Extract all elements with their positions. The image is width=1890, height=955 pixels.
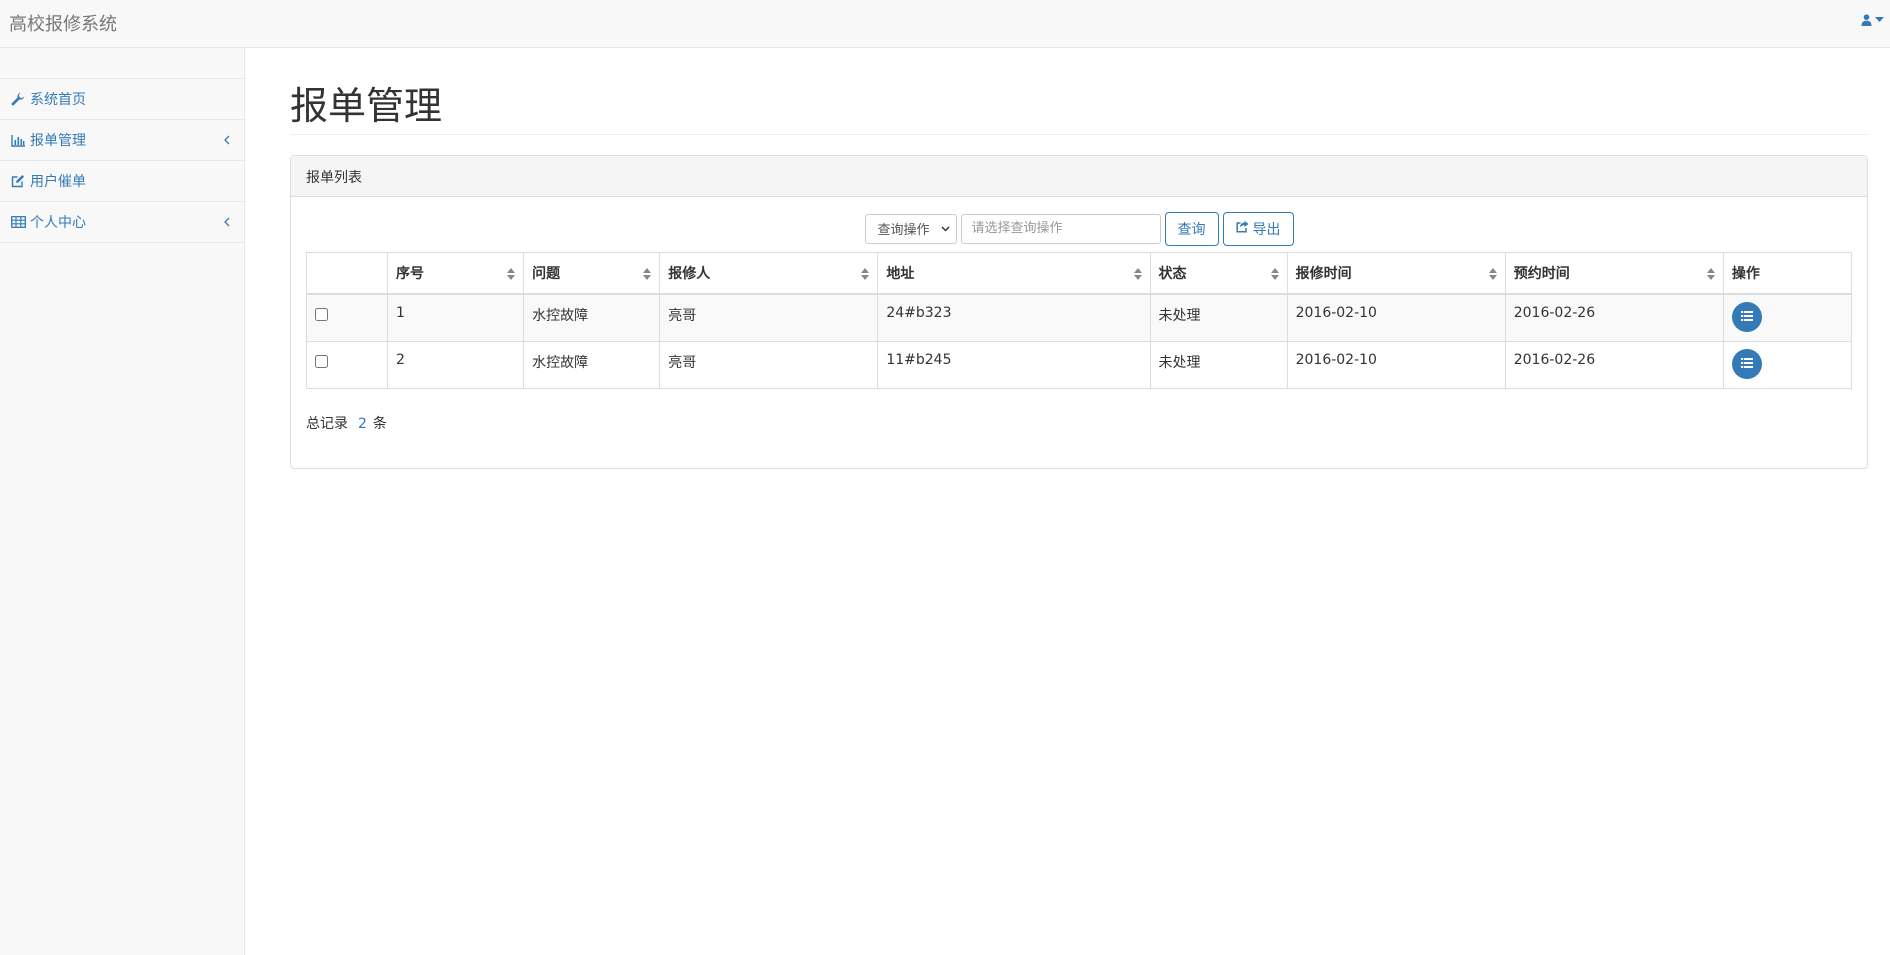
cell-report-time: 2016-02-10 bbox=[1286, 293, 1506, 342]
row-detail-button[interactable] bbox=[1731, 302, 1762, 333]
row-checkbox[interactable] bbox=[315, 308, 328, 322]
sidebar: 系统首页 报单管理 用户催单 个人中心 bbox=[0, 48, 245, 955]
page-header: 报单管理 bbox=[290, 84, 1868, 135]
cell-address: 11#b245 bbox=[877, 340, 1151, 389]
column-header-problem[interactable]: 问题 bbox=[523, 251, 661, 296]
cell-appointment-time: 2016-02-26 bbox=[1504, 293, 1724, 342]
sort-icon bbox=[1133, 267, 1142, 284]
sort-icon bbox=[643, 267, 652, 284]
table-header-row: 序号 问题 报修人 地址 状态 报修时间 预约时间 操作 bbox=[305, 251, 1853, 296]
main-content: 报单管理 报单列表 查询操作 查询 导出 bbox=[290, 48, 1868, 469]
table-icon bbox=[10, 215, 26, 229]
list-icon bbox=[1740, 356, 1753, 372]
sidebar-item-label: 系统首页 bbox=[30, 92, 86, 108]
table-row: 1 水控故障 亮哥 24#b323 未处理 2016-02-10 2016-02… bbox=[305, 293, 1853, 342]
orders-table: 序号 问题 报修人 地址 状态 报修时间 预约时间 操作 1 水控故障 亮哥 2… bbox=[305, 251, 1853, 389]
edit-icon bbox=[10, 174, 26, 188]
row-checkbox[interactable] bbox=[315, 354, 328, 368]
sidebar-item-label: 报单管理 bbox=[30, 133, 86, 149]
column-header-address[interactable]: 地址 bbox=[877, 251, 1151, 296]
column-header-reporter[interactable]: 报修人 bbox=[659, 251, 879, 296]
search-input[interactable] bbox=[960, 213, 1161, 244]
orders-panel: 报单列表 查询操作 查询 导出 bbox=[290, 154, 1868, 469]
column-header-select bbox=[305, 251, 389, 296]
user-menu-toggle[interactable] bbox=[1861, 14, 1884, 26]
cell-reporter: 亮哥 bbox=[659, 293, 879, 342]
export-button-label: 导出 bbox=[1252, 221, 1281, 238]
sort-icon bbox=[507, 267, 516, 284]
row-detail-button[interactable] bbox=[1731, 348, 1762, 379]
query-type-select-value: 查询操作 bbox=[877, 223, 930, 239]
chevron-down-icon bbox=[940, 221, 950, 236]
caret-down-icon bbox=[1875, 17, 1884, 23]
cell-problem: 水控故障 bbox=[523, 293, 661, 342]
share-square-icon bbox=[1235, 220, 1249, 237]
cell-id: 1 bbox=[387, 293, 525, 342]
export-button[interactable]: 导出 bbox=[1222, 211, 1294, 246]
sidebar-item-profile[interactable]: 个人中心 bbox=[0, 202, 244, 243]
query-toolbar: 查询操作 查询 导出 bbox=[306, 211, 1852, 246]
total-label: 总记录 bbox=[306, 415, 348, 432]
cell-reporter: 亮哥 bbox=[659, 340, 879, 389]
query-button-label: 查询 bbox=[1177, 221, 1206, 238]
column-header-id[interactable]: 序号 bbox=[387, 251, 525, 296]
total-unit: 条 bbox=[372, 415, 387, 432]
cell-status: 未处理 bbox=[1149, 293, 1288, 342]
column-header-actions: 操作 bbox=[1722, 251, 1853, 296]
top-navbar: 高校报修系统 bbox=[0, 0, 1890, 48]
cell-status: 未处理 bbox=[1149, 340, 1288, 389]
wrench-icon bbox=[10, 92, 26, 106]
app-title[interactable]: 高校报修系统 bbox=[9, 10, 117, 36]
cell-id: 2 bbox=[387, 340, 525, 389]
sidebar-spacer bbox=[0, 48, 244, 79]
sidebar-item-label: 个人中心 bbox=[30, 215, 86, 231]
cell-problem: 水控故障 bbox=[523, 340, 661, 389]
page-title: 报单管理 bbox=[290, 84, 443, 128]
chevron-left-icon bbox=[224, 215, 230, 231]
total-count: 2 bbox=[358, 415, 367, 432]
cell-appointment-time: 2016-02-26 bbox=[1504, 340, 1724, 389]
query-button[interactable]: 查询 bbox=[1164, 211, 1219, 246]
sidebar-item-user-urge[interactable]: 用户催单 bbox=[0, 161, 244, 202]
sort-icon bbox=[1270, 267, 1279, 284]
user-icon bbox=[1861, 14, 1872, 26]
column-header-appointment-time[interactable]: 预约时间 bbox=[1504, 251, 1724, 296]
query-type-select[interactable]: 查询操作 bbox=[864, 213, 957, 244]
chevron-left-icon bbox=[224, 133, 230, 149]
table-row: 2 水控故障 亮哥 11#b245 未处理 2016-02-10 2016-02… bbox=[305, 340, 1853, 389]
sidebar-item-label: 用户催单 bbox=[30, 174, 86, 190]
column-header-report-time[interactable]: 报修时间 bbox=[1286, 251, 1506, 296]
panel-title: 报单列表 bbox=[291, 155, 1867, 197]
sidebar-item-orders[interactable]: 报单管理 bbox=[0, 120, 244, 161]
sort-icon bbox=[1488, 267, 1497, 284]
sort-icon bbox=[861, 267, 870, 284]
list-icon bbox=[1740, 309, 1753, 325]
bar-chart-icon bbox=[10, 133, 26, 147]
column-header-status[interactable]: 状态 bbox=[1149, 251, 1288, 296]
cell-report-time: 2016-02-10 bbox=[1286, 340, 1506, 389]
cell-address: 24#b323 bbox=[877, 293, 1151, 342]
panel-body: 查询操作 查询 导出 bbox=[291, 197, 1867, 448]
total-records: 总记录 2 条 bbox=[306, 413, 1852, 433]
sidebar-item-home[interactable]: 系统首页 bbox=[0, 79, 244, 120]
sort-icon bbox=[1706, 267, 1715, 284]
